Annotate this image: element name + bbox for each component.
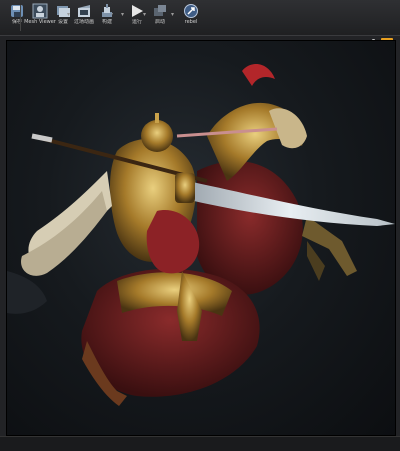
build-label: 构建 — [101, 19, 112, 25]
viewport-status-bar — [0, 436, 400, 451]
source-control-icon — [184, 4, 198, 18]
general-on-horse-figure — [7, 64, 395, 406]
build-button[interactable]: 构建 — [90, 2, 124, 34]
main-toolbar: 保存 Mesh Viewer 设置 ▾ 过场动画 ▾ 构建 ▾ 运行 ▾ — [0, 0, 400, 36]
rendered-scene — [7, 64, 395, 406]
launch-icon — [154, 5, 166, 16]
level-viewport[interactable] — [6, 40, 396, 436]
source-control-label: rebel — [184, 19, 198, 25]
build-icon — [102, 4, 112, 17]
source-control-button[interactable]: rebel — [174, 2, 208, 34]
launch-label: 启动 — [154, 19, 165, 25]
launch-button[interactable]: 启动 — [143, 2, 177, 34]
